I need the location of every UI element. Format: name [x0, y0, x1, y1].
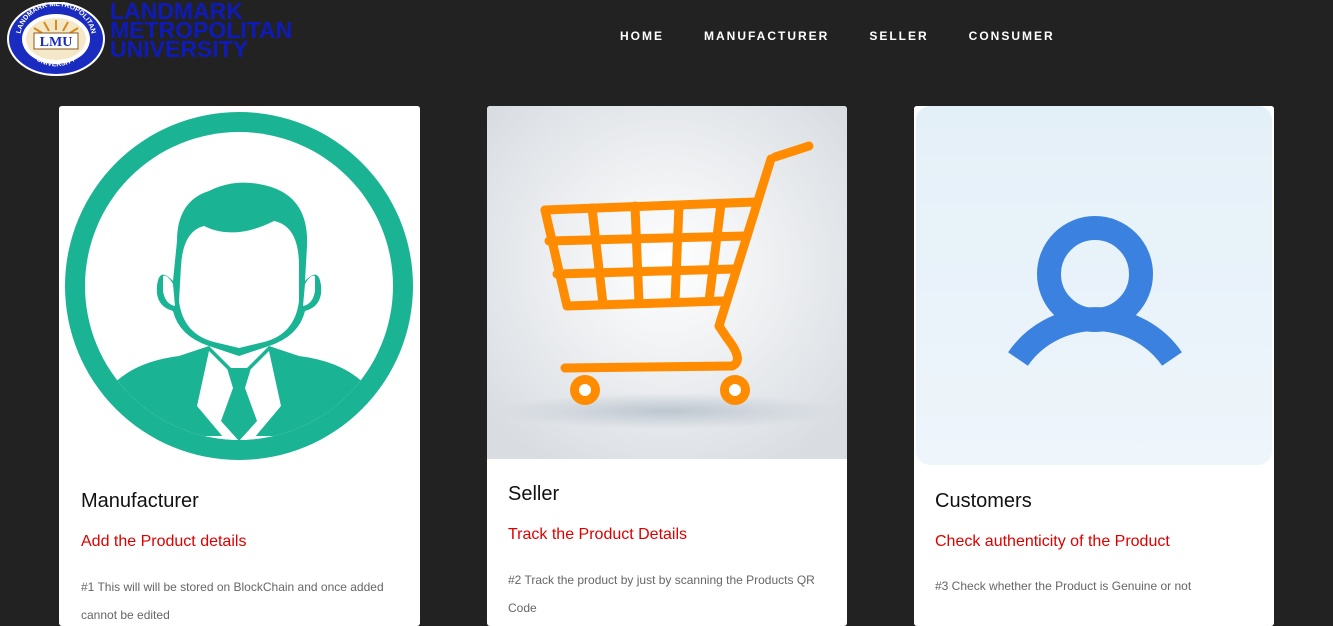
- nav-manufacturer[interactable]: MANUFACTURER: [684, 26, 849, 46]
- university-name-line-3: UNIVERSITY: [110, 36, 249, 62]
- card-subtitle[interactable]: Track the Product Details: [508, 526, 687, 544]
- university-logo[interactable]: LMU LANDMARK METROPOLITAN UNIVERSITY: [6, 2, 106, 76]
- card-description: #2 Track the product by just by scanning…: [508, 573, 815, 615]
- card-description: #3 Check whether the Product is Genuine …: [935, 579, 1192, 593]
- card-subtitle[interactable]: Add the Product details: [81, 533, 246, 551]
- card-description: #1 This will will be stored on BlockChai…: [81, 580, 384, 622]
- nav-consumer[interactable]: CONSUMER: [949, 26, 1075, 46]
- card-customers: Customers Check authenticity of the Prod…: [914, 106, 1274, 626]
- nav-home[interactable]: HOME: [600, 26, 684, 46]
- main-nav: HOME MANUFACTURER SELLER CONSUMER: [600, 26, 1075, 46]
- university-seal-icon: LMU LANDMARK METROPOLITAN UNIVERSITY: [7, 2, 105, 76]
- businessman-avatar-icon: [59, 106, 420, 467]
- nav-seller[interactable]: SELLER: [849, 26, 948, 46]
- university-name[interactable]: LANDMARK METROPOLITAN UNIVERSITY: [110, 0, 340, 62]
- top-navbar: LMU LANDMARK METROPOLITAN UNIVERSITY LAN…: [0, 0, 1333, 80]
- card-title: Customers: [935, 490, 1032, 512]
- card-title: Manufacturer: [81, 490, 199, 512]
- card-subtitle[interactable]: Check authenticity of the Product: [935, 533, 1170, 551]
- user-icon: [914, 106, 1274, 467]
- card-seller: Seller Track the Product Details #2 Trac…: [487, 106, 847, 626]
- card-manufacturer: Manufacturer Add the Product details #1 …: [59, 106, 420, 626]
- shopping-cart-icon: [487, 106, 847, 459]
- card-title: Seller: [508, 483, 560, 505]
- seal-initials: LMU: [40, 35, 73, 50]
